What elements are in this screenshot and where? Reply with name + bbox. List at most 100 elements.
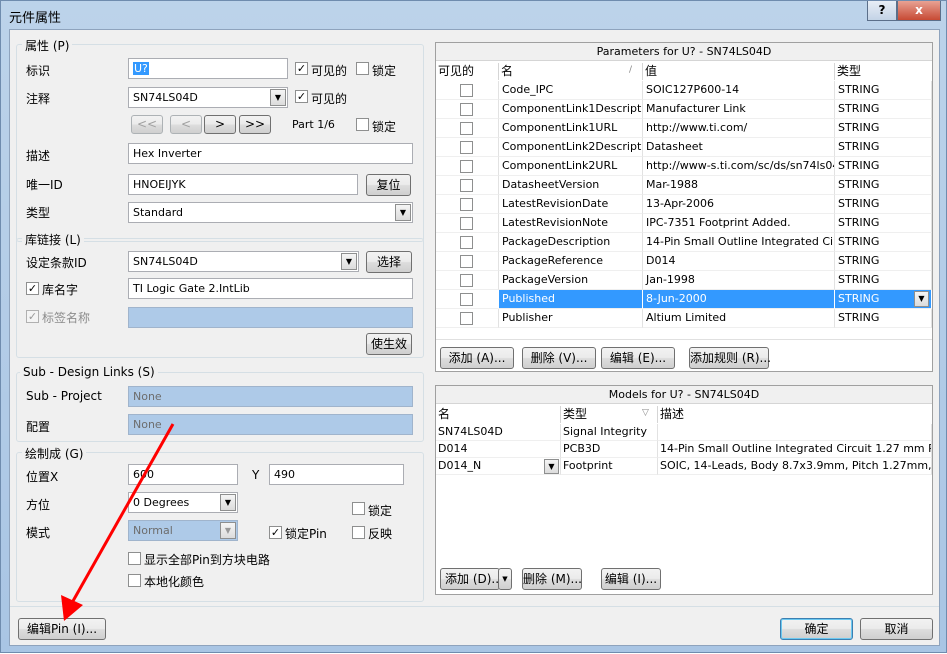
ok-button[interactable]: 确定: [780, 618, 853, 640]
param-name-cell[interactable]: Publisher: [499, 309, 643, 328]
last-part-button[interactable]: >>: [239, 115, 271, 134]
param-type-cell[interactable]: STRING: [835, 233, 932, 252]
location-y-input[interactable]: 490: [269, 464, 404, 485]
param-type-cell[interactable]: STRING: [835, 81, 932, 100]
designator-input[interactable]: U?: [128, 58, 288, 79]
model-desc-cell[interactable]: SOIC, 14-Leads, Body 8.7x3.9mm, Pitch 1.…: [658, 458, 932, 475]
reset-id-button[interactable]: 复位: [366, 174, 411, 196]
model-type-cell[interactable]: Signal Integrity: [561, 424, 658, 441]
param-name-cell[interactable]: LatestRevisionDate: [499, 195, 643, 214]
param-name-cell[interactable]: PackageDescription: [499, 233, 643, 252]
param-value-cell[interactable]: IPC-7351 Footprint Added.: [643, 214, 835, 233]
col-name[interactable]: 名: [499, 63, 643, 80]
param-name-cell[interactable]: Published: [499, 290, 643, 309]
designator-lock-checkbox[interactable]: [356, 62, 369, 75]
param-visible-checkbox[interactable]: [460, 274, 473, 287]
library-name-checkbox[interactable]: ✓: [26, 282, 39, 295]
param-value-cell[interactable]: 8-Jun-2000: [643, 290, 835, 309]
param-visible-cell[interactable]: [436, 271, 499, 290]
design-item-dropdown-icon[interactable]: ▼: [341, 253, 357, 270]
model-name-cell[interactable]: D014_N: [436, 458, 561, 475]
model-name-cell[interactable]: D014: [436, 441, 561, 458]
param-visible-cell[interactable]: [436, 138, 499, 157]
param-type-cell[interactable]: STRING: [835, 119, 932, 138]
param-value-cell[interactable]: SOIC127P600-14: [643, 81, 835, 100]
show-all-pins-checkbox[interactable]: [128, 552, 141, 565]
param-visible-checkbox[interactable]: [460, 122, 473, 135]
param-value-cell[interactable]: Jan-1998: [643, 271, 835, 290]
col-value[interactable]: 值: [643, 63, 835, 80]
param-value-cell[interactable]: D014: [643, 252, 835, 271]
param-name-cell[interactable]: PackageVersion: [499, 271, 643, 290]
next-part-button[interactable]: >: [204, 115, 236, 134]
param-visible-cell[interactable]: [436, 233, 499, 252]
first-part-button[interactable]: <<: [131, 115, 163, 134]
param-type-cell[interactable]: STRING: [835, 214, 932, 233]
param-name-cell[interactable]: ComponentLink1URL: [499, 119, 643, 138]
param-visible-cell[interactable]: [436, 119, 499, 138]
param-type-cell[interactable]: STRING: [835, 271, 932, 290]
param-value-cell[interactable]: Manufacturer Link: [643, 100, 835, 119]
orientation-lock-checkbox[interactable]: [352, 502, 365, 515]
cancel-button[interactable]: 取消: [860, 618, 933, 640]
close-button[interactable]: x: [897, 1, 941, 21]
prev-part-button[interactable]: <: [170, 115, 202, 134]
param-name-cell[interactable]: PackageReference: [499, 252, 643, 271]
param-value-cell[interactable]: 13-Apr-2006: [643, 195, 835, 214]
param-visible-checkbox[interactable]: [460, 312, 473, 325]
param-name-cell[interactable]: ComponentLink2URL: [499, 157, 643, 176]
param-visible-checkbox[interactable]: [460, 236, 473, 249]
choose-button[interactable]: 选择: [366, 251, 412, 273]
param-value-cell[interactable]: 14-Pin Small Outline Integrated Circuit …: [643, 233, 835, 252]
param-visible-checkbox[interactable]: [460, 255, 473, 268]
model-col-desc[interactable]: 描述: [658, 406, 932, 423]
col-visible[interactable]: 可见的: [436, 63, 499, 80]
help-button[interactable]: ?: [867, 1, 897, 21]
model-type-cell[interactable]: PCB3D: [561, 441, 658, 458]
param-visible-cell[interactable]: [436, 176, 499, 195]
type-combobox[interactable]: Standard ▼: [128, 202, 413, 223]
model-type-cell[interactable]: Footprint: [561, 458, 658, 475]
remove-model-button[interactable]: 删除 (M)...: [522, 568, 582, 590]
param-visible-checkbox[interactable]: [460, 141, 473, 154]
param-visible-checkbox[interactable]: [460, 293, 473, 306]
designator-visible-checkbox[interactable]: ✓: [295, 62, 308, 75]
comment-dropdown-icon[interactable]: ▼: [270, 89, 286, 106]
param-visible-cell[interactable]: [436, 309, 499, 328]
param-name-cell[interactable]: ComponentLink2Description: [499, 138, 643, 157]
param-value-cell[interactable]: http://www-s.ti.com/sc/ds/sn74ls04.pdf: [643, 157, 835, 176]
mirrored-checkbox[interactable]: [352, 526, 365, 539]
param-visible-checkbox[interactable]: [460, 160, 473, 173]
param-visible-cell[interactable]: [436, 195, 499, 214]
edit-pins-button[interactable]: 编辑Pin (I)...: [18, 618, 106, 640]
param-type-cell[interactable]: STRING: [835, 309, 932, 328]
param-visible-cell[interactable]: [436, 100, 499, 119]
design-item-id-combobox[interactable]: SN74LS04D ▼: [128, 251, 359, 272]
param-visible-checkbox[interactable]: [460, 198, 473, 211]
location-x-input[interactable]: 600: [128, 464, 238, 485]
type-dropdown-icon[interactable]: ▼: [914, 291, 929, 307]
param-name-cell[interactable]: DatasheetVersion: [499, 176, 643, 195]
model-desc-cell[interactable]: [658, 424, 932, 441]
library-name-input[interactable]: TI Logic Gate 2.IntLib: [128, 278, 413, 299]
param-type-cell[interactable]: STRING: [835, 252, 932, 271]
model-col-name[interactable]: 名: [436, 406, 561, 423]
local-colors-checkbox[interactable]: [128, 574, 141, 587]
comment-combobox[interactable]: SN74LS04D ▼: [128, 87, 288, 108]
orientation-combobox[interactable]: 0 Degrees ▼: [128, 492, 238, 513]
remove-parameter-button[interactable]: 删除 (V)...: [522, 347, 596, 369]
param-value-cell[interactable]: http://www.ti.com/: [643, 119, 835, 138]
description-input[interactable]: Hex Inverter: [128, 143, 413, 164]
model-desc-cell[interactable]: 14-Pin Small Outline Integrated Circuit …: [658, 441, 932, 458]
add-parameter-button[interactable]: 添加 (A)...: [440, 347, 514, 369]
param-value-cell[interactable]: Mar-1988: [643, 176, 835, 195]
param-type-cell[interactable]: STRING: [835, 138, 932, 157]
model-name-cell[interactable]: SN74LS04D: [436, 424, 561, 441]
param-visible-checkbox[interactable]: [460, 217, 473, 230]
param-value-cell[interactable]: Datasheet: [643, 138, 835, 157]
param-visible-checkbox[interactable]: [460, 103, 473, 116]
param-type-cell[interactable]: STRING: [835, 100, 932, 119]
param-type-cell[interactable]: STRING: [835, 157, 932, 176]
part-lock-checkbox[interactable]: [356, 118, 369, 131]
comment-visible-checkbox[interactable]: ✓: [295, 90, 308, 103]
